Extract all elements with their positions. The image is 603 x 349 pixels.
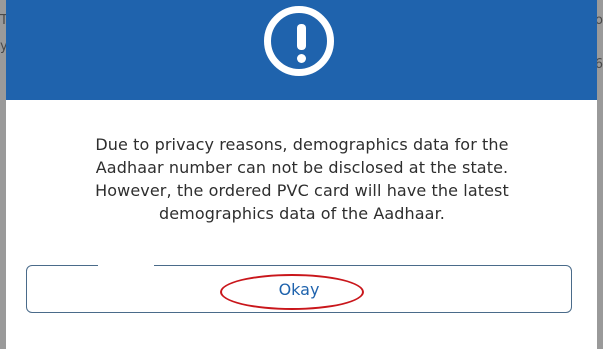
alert-dialog: Due to privacy reasons, demographics dat… (6, 0, 597, 349)
exclamation-circle-icon (264, 6, 334, 76)
dialog-message: Due to privacy reasons, demographics dat… (30, 133, 574, 225)
dialog-message-line: Due to privacy reasons, demographics dat… (95, 135, 509, 154)
screenshot-stage: To y Do 6 Due to privacy reasons, demogr… (0, 0, 603, 349)
okay-button-label: Okay (278, 280, 320, 299)
exclamation-bar-icon (297, 24, 306, 50)
okay-button[interactable]: Okay (26, 265, 572, 313)
dialog-message-line: demographics data of the Aadhaar. (158, 204, 445, 223)
dialog-message-line: However, the ordered PVC card will have … (95, 181, 509, 200)
button-border-gap (98, 262, 154, 268)
dialog-message-line: Aadhaar number can not be disclosed at t… (95, 158, 509, 177)
dialog-header (6, 0, 597, 100)
exclamation-dot-icon (297, 54, 306, 63)
